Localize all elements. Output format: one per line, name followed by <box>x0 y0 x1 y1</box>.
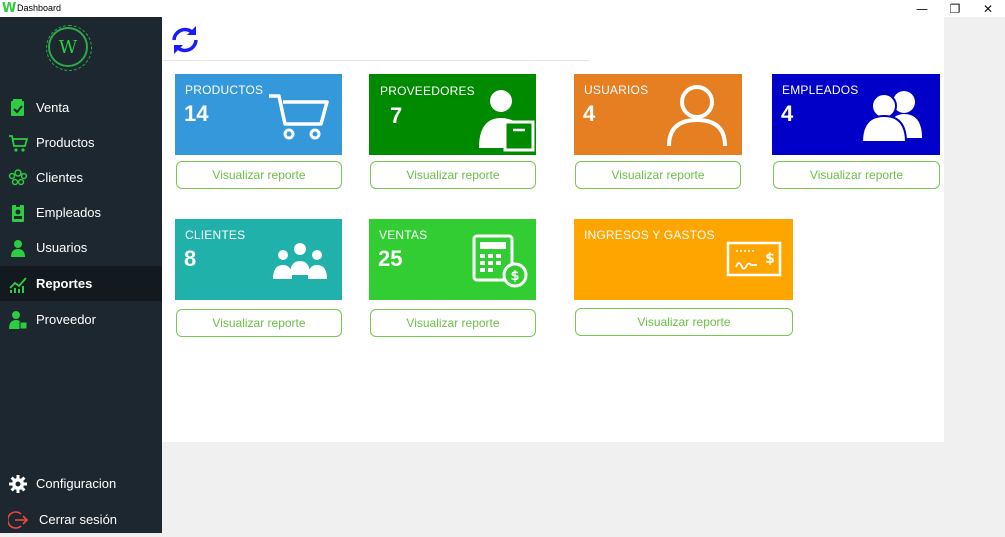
tile-value: 14 <box>184 101 209 126</box>
tile-title: INGRESOS Y GASTOS <box>584 228 715 242</box>
user-outline-icon <box>667 85 727 147</box>
tile-title: PROVEEDORES <box>380 84 475 98</box>
sidebar-item-cerrar-sesion[interactable]: Cerrar sesión <box>0 502 162 537</box>
brand-logo: W <box>46 25 92 71</box>
tile-title: PRODUCTOS <box>185 83 264 97</box>
sidebar-item-configuracion[interactable]: Configuracion <box>0 466 162 501</box>
sidebar: W Venta Productos Clientes Empleados Usu… <box>0 17 162 533</box>
view-report-button-empleados[interactable]: Visualizar reporte <box>773 161 940 189</box>
main-content: PRODUCTOS 14 Visualizar reporte PROVEEDO… <box>162 17 944 442</box>
tile-ingresos-gastos: INGRESOS Y GASTOS $ <box>574 219 793 300</box>
tile-ventas: VENTAS 25 $ <box>369 219 536 300</box>
gear-icon <box>9 475 27 493</box>
refresh-icon[interactable] <box>168 23 202 57</box>
view-report-button-proveedores[interactable]: Visualizar reporte <box>370 161 536 189</box>
close-button[interactable]: ✕ <box>973 0 1003 17</box>
top-toolbar <box>162 17 590 61</box>
shopping-cart-icon <box>9 135 28 152</box>
cart-icon <box>269 94 329 140</box>
maximize-button[interactable]: ❐ <box>940 0 970 17</box>
supplier-icon <box>9 311 28 330</box>
sidebar-item-productos[interactable]: Productos <box>0 125 162 160</box>
view-report-button-clientes[interactable]: Visualizar reporte <box>176 309 342 337</box>
people-icon <box>8 169 28 186</box>
tile-productos: PRODUCTOS 14 <box>175 74 342 155</box>
tile-proveedores: PROVEEDORES 7 <box>369 74 536 155</box>
svg-text:$: $ <box>765 251 775 267</box>
sidebar-item-empleados[interactable]: Empleados <box>0 195 162 230</box>
sidebar-item-usuarios[interactable]: Usuarios <box>0 230 162 265</box>
chart-icon <box>9 277 27 293</box>
sidebar-item-clientes[interactable]: Clientes <box>0 160 162 195</box>
two-people-icon <box>860 91 922 143</box>
logout-icon <box>8 511 28 529</box>
id-badge-icon <box>12 204 24 222</box>
tile-title: VENTAS <box>379 228 428 242</box>
tile-value: 25 <box>378 246 403 271</box>
sidebar-item-reportes[interactable]: Reportes <box>0 266 162 301</box>
tile-empleados: EMPLEADOS 4 <box>772 74 940 155</box>
window-title: Dashboard <box>17 3 62 13</box>
svg-text:$: $ <box>510 269 519 284</box>
tile-value: 4 <box>583 101 596 126</box>
minimize-button[interactable]: — <box>907 0 937 17</box>
sidebar-item-label: Productos <box>36 135 95 150</box>
sidebar-item-label: Venta <box>36 100 70 115</box>
sidebar-item-proveedor[interactable]: Proveedor <box>0 302 162 337</box>
app-logo: W <box>2 1 17 16</box>
tile-value: 8 <box>184 246 197 271</box>
tile-usuarios: USUARIOS 4 <box>574 74 742 155</box>
sidebar-item-label: Reportes <box>36 276 93 291</box>
tile-title: CLIENTES <box>185 228 246 242</box>
cart-receipt-icon <box>11 99 24 116</box>
view-report-button-ventas[interactable]: Visualizar reporte <box>370 309 536 337</box>
window-titlebar: W Dashboard — ❐ ✕ <box>0 0 1005 17</box>
sidebar-item-label: Configuracion <box>36 476 117 491</box>
supplier-box-icon <box>479 90 535 152</box>
sidebar-item-label: Proveedor <box>36 312 96 327</box>
group-icon <box>273 243 327 279</box>
calculator-icon: $ <box>472 234 528 288</box>
user-icon <box>11 240 25 257</box>
check-icon: $ <box>726 241 782 277</box>
sidebar-item-label: Cerrar sesión <box>39 512 118 527</box>
view-report-button-ingresos-gastos[interactable]: Visualizar reporte <box>575 308 793 336</box>
empty-area <box>162 442 1005 533</box>
tile-value: 4 <box>781 101 794 126</box>
view-report-button-productos[interactable]: Visualizar reporte <box>176 161 342 189</box>
sidebar-item-label: Clientes <box>36 170 83 185</box>
sidebar-item-label: Empleados <box>36 205 102 220</box>
tile-value: 7 <box>390 103 403 128</box>
tile-title: USUARIOS <box>584 83 649 97</box>
tile-clientes: CLIENTES 8 <box>175 219 342 300</box>
sidebar-item-label: Usuarios <box>36 240 88 255</box>
tile-title: EMPLEADOS <box>782 83 859 97</box>
view-report-button-usuarios[interactable]: Visualizar reporte <box>575 161 741 189</box>
sidebar-item-venta[interactable]: Venta <box>0 90 162 125</box>
